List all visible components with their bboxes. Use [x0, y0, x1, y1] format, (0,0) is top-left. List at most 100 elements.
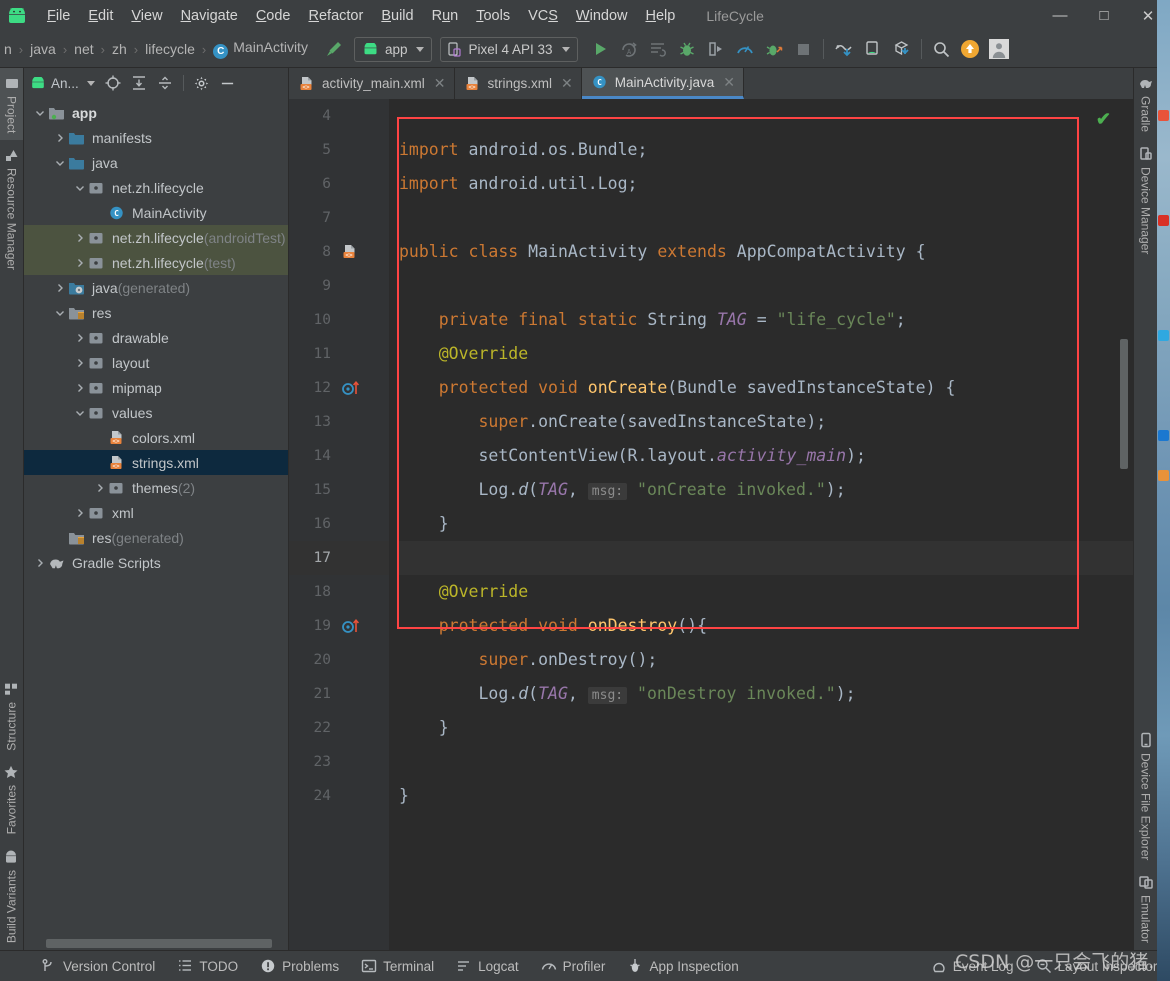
close-icon[interactable]: ✕: [434, 75, 446, 92]
code-line-10[interactable]: private final static String TAG = "life_…: [399, 303, 1133, 337]
menu-item-vcs[interactable]: VCS: [519, 6, 567, 26]
minimize-button[interactable]: —: [1038, 0, 1082, 31]
gutter-line[interactable]: 16: [289, 507, 389, 541]
gutter-line[interactable]: 15: [289, 473, 389, 507]
tree-node-java[interactable]: java (generated): [24, 275, 288, 300]
profiler-button[interactable]: [731, 35, 760, 64]
menu-item-window[interactable]: Window: [567, 6, 637, 26]
editor-tab-mainactivity-java[interactable]: C MainActivity.java ✕: [581, 68, 745, 99]
tree-node-manifests[interactable]: manifests: [24, 125, 288, 150]
status-bar-item-problems[interactable]: Problems: [249, 958, 350, 974]
chevron-right-icon[interactable]: [52, 133, 68, 143]
tree-node-java[interactable]: java: [24, 150, 288, 175]
gutter-line[interactable]: 23: [289, 745, 389, 779]
code-content[interactable]: import android.os.Bundle; import android.…: [389, 99, 1133, 950]
menu-item-code[interactable]: Code: [247, 6, 300, 26]
breadcrumb-item-java[interactable]: java: [28, 41, 58, 57]
module-selector[interactable]: app: [353, 36, 433, 62]
tool-window-button-build-variants[interactable]: Build Variants: [0, 842, 23, 950]
tree-node-themes[interactable]: themes (2): [24, 475, 288, 500]
status-bar-item-profiler[interactable]: Profiler: [530, 958, 617, 974]
xml-resource-gutter-icon[interactable]: <>: [341, 244, 359, 260]
tree-node-net-zh-lifecycle[interactable]: net.zh.lifecycle: [24, 175, 288, 200]
gutter-line[interactable]: 21: [289, 677, 389, 711]
breadcrumb-item-net[interactable]: net: [72, 41, 95, 57]
gutter-line[interactable]: 9: [289, 269, 389, 303]
chevron-down-icon[interactable]: [72, 408, 88, 418]
breadcrumb-item-n[interactable]: n: [2, 41, 14, 57]
menu-item-edit[interactable]: Edit: [79, 6, 122, 26]
code-line-17[interactable]: [399, 541, 1133, 575]
tree-node-app[interactable]: app: [24, 100, 288, 125]
chevron-right-icon[interactable]: [72, 358, 88, 368]
menu-item-tools[interactable]: Tools: [467, 6, 519, 26]
code-line-5[interactable]: import android.os.Bundle;: [399, 133, 1133, 167]
avd-manager-button[interactable]: [858, 35, 887, 64]
menu-item-build[interactable]: Build: [372, 6, 422, 26]
project-horizontal-scrollbar[interactable]: [24, 936, 288, 950]
code-editor[interactable]: 4 5 6 7 8 <> 9 10 11 12 13 14 15 16 17 18 19 20 21 22 23 24 i…: [289, 99, 1133, 950]
code-line-13[interactable]: super.onCreate(savedInstanceState);: [399, 405, 1133, 439]
chevron-right-icon[interactable]: [72, 333, 88, 343]
tool-window-button-favorites[interactable]: Favorites: [0, 757, 23, 841]
tree-node-drawable[interactable]: drawable: [24, 325, 288, 350]
gutter-line[interactable]: 4: [289, 99, 389, 133]
run-with-coverage-button[interactable]: [760, 35, 789, 64]
editor-tab-strings-xml[interactable]: <> strings.xml ✕: [455, 68, 582, 99]
menu-item-view[interactable]: View: [122, 6, 171, 26]
code-line-19[interactable]: protected void onDestroy(){: [399, 609, 1133, 643]
gutter-line[interactable]: 24: [289, 779, 389, 813]
update-button[interactable]: [956, 35, 985, 64]
chevron-down-icon[interactable]: [52, 308, 68, 318]
override-method-icon[interactable]: [341, 618, 363, 634]
tool-window-button-project[interactable]: Project: [0, 68, 23, 141]
menu-item-refactor[interactable]: Refactor: [300, 6, 373, 26]
code-line-4[interactable]: [399, 99, 1133, 133]
chevron-down-icon[interactable]: [52, 158, 68, 168]
gutter-line[interactable]: 14: [289, 439, 389, 473]
menu-item-run[interactable]: Run: [423, 6, 468, 26]
tool-window-button-resource-manager[interactable]: Resource Manager: [0, 140, 23, 277]
tree-node-layout[interactable]: layout: [24, 350, 288, 375]
project-tree[interactable]: app manifests java net.zh.lifecycle C MainAct…: [24, 98, 288, 936]
status-bar-item-event-log[interactable]: Event Log: [920, 958, 1025, 974]
stop-button[interactable]: [789, 35, 818, 64]
scrollbar-thumb[interactable]: [46, 939, 272, 948]
code-line-14[interactable]: setContentView(R.layout.activity_main);: [399, 439, 1133, 473]
chevron-right-icon[interactable]: [52, 283, 68, 293]
breadcrumb[interactable]: n › java › net › zh › lifecycle › C MainActivity: [2, 39, 310, 59]
code-line-15[interactable]: Log.d(TAG, msg: "onCreate invoked.");: [399, 473, 1133, 507]
code-line-9[interactable]: [399, 269, 1133, 303]
code-line-21[interactable]: Log.d(TAG, msg: "onDestroy invoked.");: [399, 677, 1133, 711]
tool-window-button-device-file-explorer[interactable]: Device File Explorer: [1134, 725, 1157, 867]
tool-window-button-structure[interactable]: Structure: [0, 674, 23, 758]
status-bar-item-layout-inspector[interactable]: Layout Inspector: [1025, 958, 1169, 974]
hide-panel-button[interactable]: [216, 71, 240, 95]
tree-node-xml[interactable]: xml: [24, 500, 288, 525]
tool-window-button-gradle[interactable]: Gradle: [1134, 68, 1157, 139]
gutter-line[interactable]: 12: [289, 371, 389, 405]
breadcrumb-item-mainactivity[interactable]: C MainActivity: [211, 39, 310, 59]
status-bar-item-todo[interactable]: TODO: [166, 958, 249, 974]
project-view-selector[interactable]: An...: [30, 76, 99, 91]
gutter-line[interactable]: 22: [289, 711, 389, 745]
chevron-right-icon[interactable]: [92, 483, 108, 493]
tree-node-colors-xml[interactable]: <> colors.xml: [24, 425, 288, 450]
editor-vertical-scrollbar-thumb[interactable]: [1120, 339, 1128, 469]
tree-node-values[interactable]: values: [24, 400, 288, 425]
run-button[interactable]: [586, 35, 615, 64]
code-line-7[interactable]: [399, 201, 1133, 235]
expand-all-button[interactable]: [127, 71, 151, 95]
tool-window-button-emulator[interactable]: Emulator: [1134, 867, 1157, 950]
menu-item-navigate[interactable]: Navigate: [172, 6, 247, 26]
breadcrumb-item-lifecycle[interactable]: lifecycle: [143, 41, 197, 57]
breadcrumb-item-zh[interactable]: zh: [110, 41, 129, 57]
chevron-right-icon[interactable]: [72, 383, 88, 393]
menu-item-help[interactable]: Help: [636, 6, 684, 26]
chevron-right-icon[interactable]: [72, 233, 88, 243]
checkmark-ok-icon[interactable]: ✔: [1096, 109, 1111, 130]
code-line-23[interactable]: [399, 745, 1133, 779]
attach-debugger-button[interactable]: [702, 35, 731, 64]
maximize-button[interactable]: □: [1082, 0, 1126, 31]
gutter-line[interactable]: 17: [289, 541, 389, 575]
